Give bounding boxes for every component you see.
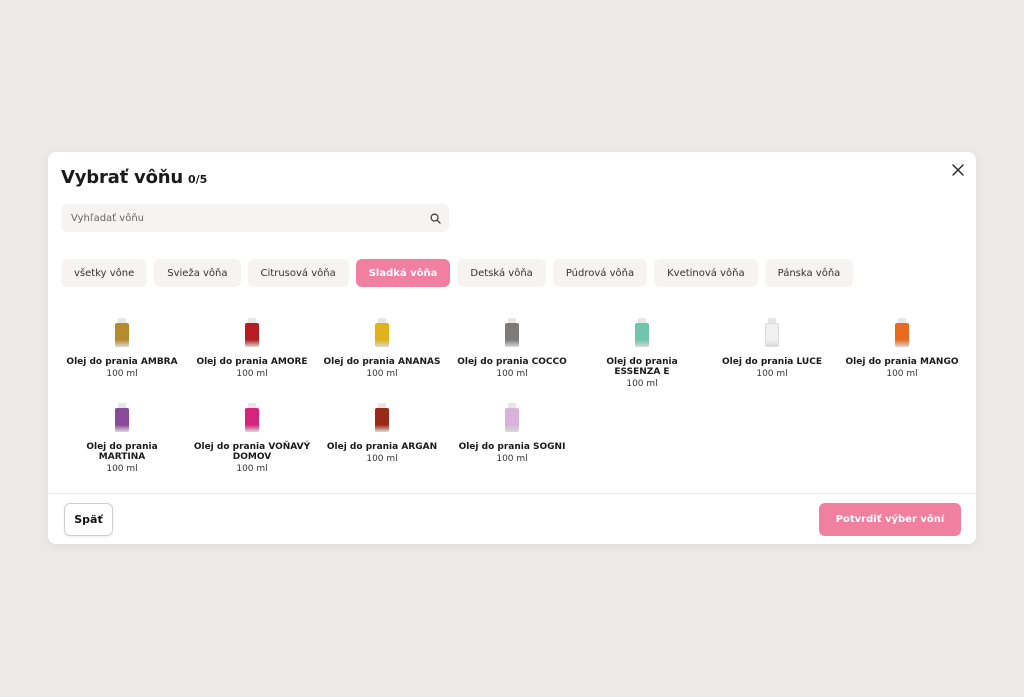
product-card[interactable]: Olej do prania ARGAN 100 ml	[317, 403, 447, 474]
product-size: 100 ml	[106, 369, 138, 379]
search-bar	[61, 204, 449, 232]
filter-chip[interactable]: Kvetinová vôňa	[654, 259, 758, 287]
category-filters: všetky vône Svieža vôňa Citrusová vôňa Slad…	[61, 259, 854, 287]
close-button[interactable]	[948, 160, 968, 180]
filter-chip[interactable]: všetky vône	[61, 259, 148, 287]
product-card[interactable]: Olej do prania COCCO 100 ml	[447, 318, 577, 389]
product-bottle-image	[114, 318, 130, 348]
search-icon[interactable]	[421, 213, 449, 224]
filter-chip[interactable]: Detská vôňa	[457, 259, 546, 287]
product-size: 100 ml	[496, 369, 528, 379]
product-name: Olej do prania SOGNI	[458, 442, 566, 452]
product-card[interactable]: Olej do prania ESSENZA E 100 ml	[577, 318, 707, 389]
dialog-header: Vybrať vôňu 0/5	[61, 167, 207, 188]
product-size: 100 ml	[496, 454, 528, 464]
modal-backdrop: Vybrať vôňu 0/5 všetky vôneSvieža vôňaCi…	[0, 0, 1024, 697]
search-input[interactable]	[61, 212, 421, 224]
product-size: 100 ml	[886, 369, 918, 379]
product-card[interactable]: Olej do prania MANGO 100 ml	[837, 318, 967, 389]
filter-chip[interactable]: Pánska vôňa	[764, 259, 854, 287]
selection-count: 0/5	[187, 173, 208, 186]
filter-chip[interactable]: Púdrová vôňa	[552, 259, 648, 287]
product-card[interactable]: Olej do prania VOŇAVÝ DOMOV 100 ml	[187, 403, 317, 474]
product-bottle-image	[504, 403, 520, 433]
fragrance-picker-dialog: Vybrať vôňu 0/5 všetky vôneSvieža vôňaCi…	[48, 152, 976, 544]
product-name: Olej do prania ARGAN	[326, 442, 438, 452]
footer-divider	[48, 493, 976, 494]
product-bottle-image	[894, 318, 910, 348]
product-card[interactable]: Olej do prania ANANAS 100 ml	[317, 318, 447, 389]
product-name: Olej do prania VOŇAVÝ DOMOV	[193, 442, 311, 462]
product-name: Olej do prania AMBRA	[66, 357, 178, 367]
product-name: Olej do prania LUCE	[722, 357, 822, 367]
product-card[interactable]: Olej do prania LUCE 100 ml	[707, 318, 837, 389]
back-button[interactable]: Späť	[64, 503, 113, 536]
product-name: Olej do prania ANANAS	[323, 357, 441, 367]
product-bottle-image	[244, 318, 260, 348]
product-bottle-image	[504, 318, 520, 348]
product-size: 100 ml	[366, 369, 398, 379]
product-size: 100 ml	[236, 369, 268, 379]
product-name: Olej do prania MARTINA	[86, 442, 158, 462]
dialog-title: Vybrať vôňu	[61, 167, 183, 188]
product-name: Olej do prania ESSENZA E	[606, 357, 678, 377]
product-name: Olej do prania COCCO	[457, 357, 567, 367]
filter-chip[interactable]: Sladká vôňa	[355, 259, 451, 287]
product-card[interactable]: Olej do prania MARTINA 100 ml	[57, 403, 187, 474]
product-bottle-image	[374, 318, 390, 348]
product-card[interactable]: Olej do prania AMORE 100 ml	[187, 318, 317, 389]
product-card[interactable]: Olej do prania AMBRA 100 ml	[57, 318, 187, 389]
close-icon	[952, 164, 964, 176]
product-size: 100 ml	[236, 464, 268, 474]
product-size: 100 ml	[106, 464, 138, 474]
product-name: Olej do prania MANGO	[845, 357, 959, 367]
product-card[interactable]: Olej do prania SOGNI 100 ml	[447, 403, 577, 474]
product-name: Olej do prania AMORE	[196, 357, 308, 367]
product-size: 100 ml	[626, 379, 658, 389]
product-bottle-image	[764, 318, 780, 348]
filter-chip[interactable]: Svieža vôňa	[154, 259, 241, 287]
product-size: 100 ml	[756, 369, 788, 379]
filter-chip[interactable]: Citrusová vôňa	[247, 259, 349, 287]
product-bottle-image	[634, 318, 650, 348]
product-size: 100 ml	[366, 454, 398, 464]
product-grid: Olej do prania AMBRA 100 ml Olej do prania…	[57, 318, 967, 474]
product-bottle-image	[244, 403, 260, 433]
product-bottle-image	[374, 403, 390, 433]
product-bottle-image	[114, 403, 130, 433]
confirm-selection-button[interactable]: Potvrdiť výber vôní	[819, 503, 961, 536]
